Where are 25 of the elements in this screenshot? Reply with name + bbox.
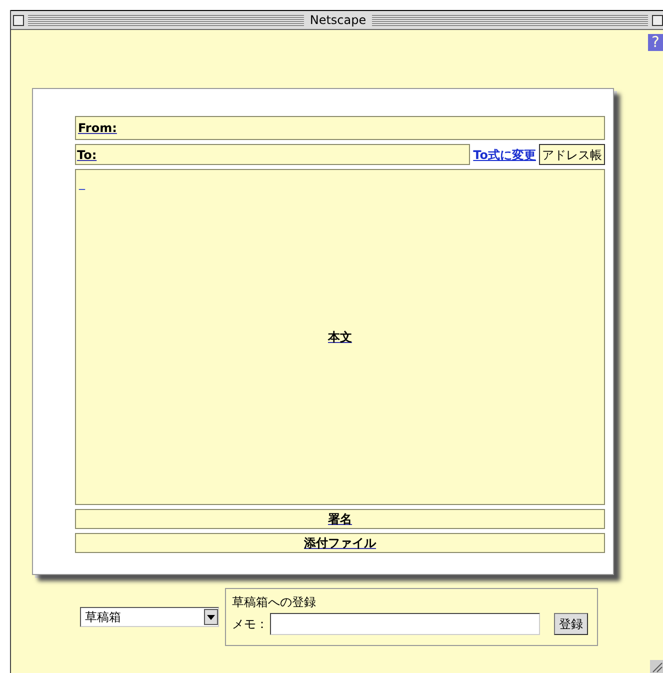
address-book-button[interactable]: アドレス帳 bbox=[539, 144, 605, 165]
memo-input[interactable] bbox=[270, 613, 540, 635]
group-legend: 草稿箱への登録 bbox=[232, 593, 591, 611]
help-button[interactable]: ? bbox=[648, 34, 663, 51]
from-link[interactable]: From: bbox=[78, 119, 117, 137]
memo-label: メモ： bbox=[232, 616, 268, 633]
folder-select-value: 草稿箱 bbox=[85, 609, 121, 626]
dropdown-arrow-icon bbox=[207, 614, 215, 620]
to-switch-link[interactable]: To式に変更 bbox=[473, 146, 536, 164]
body-link[interactable]: 本文 bbox=[328, 328, 352, 346]
window-title: Netscape bbox=[308, 12, 368, 29]
attachment-link[interactable]: 添付ファイル bbox=[304, 534, 376, 552]
register-button[interactable]: 登録 bbox=[554, 613, 588, 635]
signature-link[interactable]: 署名 bbox=[328, 510, 352, 528]
folder-select[interactable]: 草稿箱 bbox=[80, 607, 219, 627]
text-cursor: _ bbox=[79, 175, 85, 192]
to-link[interactable]: To: bbox=[77, 146, 97, 164]
close-box[interactable] bbox=[13, 14, 24, 26]
attachment-field[interactable]: 添付ファイル bbox=[75, 533, 605, 553]
zoom-box[interactable] bbox=[652, 14, 663, 26]
to-field[interactable]: To: bbox=[75, 144, 470, 165]
signature-field[interactable]: 署名 bbox=[75, 509, 605, 529]
resize-grip-icon[interactable] bbox=[650, 660, 663, 673]
from-field[interactable]: From: bbox=[75, 116, 605, 140]
body-field[interactable]: _ 本文 bbox=[75, 169, 605, 505]
